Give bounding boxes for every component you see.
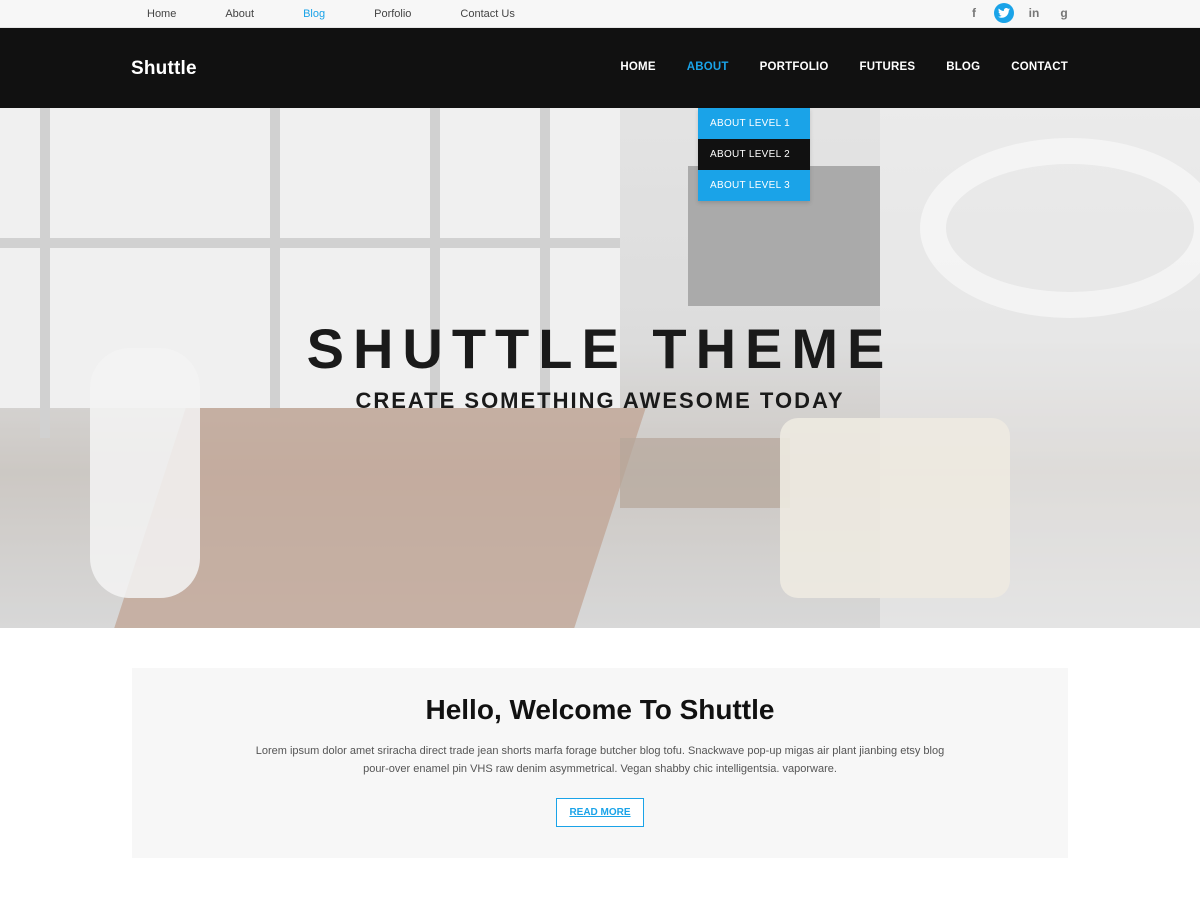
top-nav-contact[interactable]: Contact Us <box>444 8 514 20</box>
facebook-icon[interactable]: f <box>964 3 984 23</box>
social-links: f in g <box>954 3 1074 23</box>
top-nav-about[interactable]: About <box>209 8 254 20</box>
dropdown-item-about-level-2[interactable]: ABOUT LEVEL 2 <box>698 139 810 170</box>
top-nav-home[interactable]: Home <box>131 8 176 20</box>
nav-about[interactable]: ABOUT <box>687 61 729 73</box>
hero-title: SHUTTLE THEME <box>306 317 894 380</box>
nav-futures[interactable]: FUTURES <box>859 61 915 73</box>
welcome-text: Lorem ipsum dolor amet sriracha direct t… <box>255 745 945 775</box>
top-bar: Home About Blog Porfolio Contact Us f in… <box>0 0 1200 28</box>
google-plus-icon[interactable]: g <box>1054 3 1074 23</box>
nav-portfolio[interactable]: PORTFOLIO <box>760 61 829 73</box>
read-more-button[interactable]: READ MORE <box>556 798 644 827</box>
nav-home[interactable]: HOME <box>620 61 655 73</box>
twitter-bird-icon <box>998 8 1010 18</box>
hero-subtitle: CREATE SOMETHING AWESOME TODAY <box>355 388 845 413</box>
dropdown-item-about-level-1[interactable]: ABOUT LEVEL 1 <box>698 108 810 139</box>
twitter-icon[interactable] <box>994 3 1014 23</box>
welcome-section: Hello, Welcome To Shuttle Lorem ipsum do… <box>132 668 1068 858</box>
about-dropdown-menu: ABOUT LEVEL 1 ABOUT LEVEL 2 ABOUT LEVEL … <box>698 108 810 201</box>
hero-banner: SHUTTLE THEME CREATE SOMETHING AWESOME T… <box>0 108 1200 628</box>
site-logo[interactable]: Shuttle <box>131 58 197 80</box>
top-nav-blog[interactable]: Blog <box>287 8 325 20</box>
linkedin-icon[interactable]: in <box>1024 3 1044 23</box>
nav-blog[interactable]: BLOG <box>946 61 980 73</box>
nav-contact[interactable]: CONTACT <box>1011 61 1068 73</box>
welcome-heading: Hello, Welcome To Shuttle <box>425 694 775 725</box>
top-nav: Home About Blog Porfolio Contact Us <box>131 0 548 28</box>
main-header: Shuttle HOME ABOUT PORTFOLIO FUTURES BLO… <box>0 28 1200 108</box>
dropdown-item-about-level-3[interactable]: ABOUT LEVEL 3 <box>698 170 810 201</box>
main-nav: HOME ABOUT PORTFOLIO FUTURES BLOG CONTAC… <box>589 61 1068 73</box>
top-nav-portfolio[interactable]: Porfolio <box>358 8 411 20</box>
